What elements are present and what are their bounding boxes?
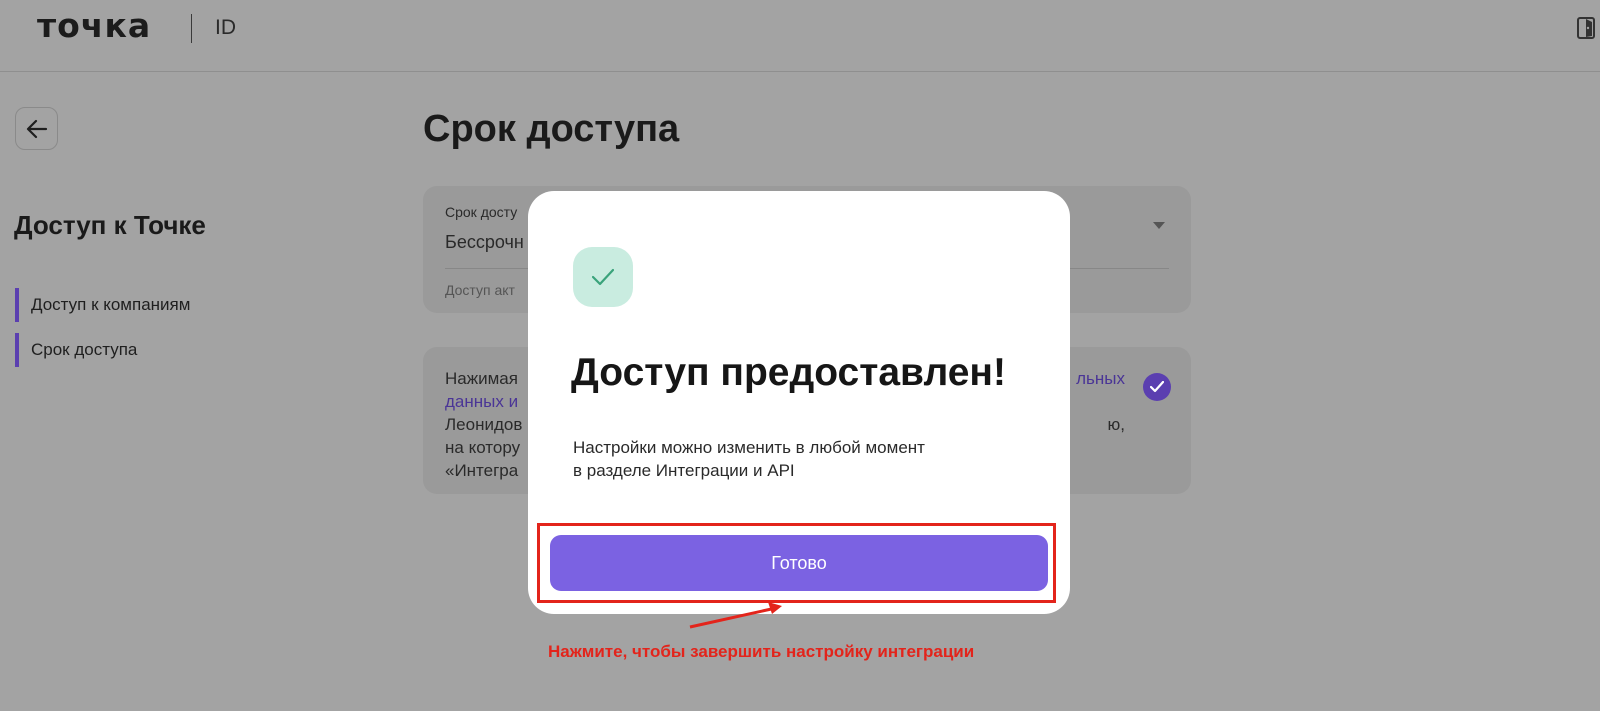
sidebar-item-companies-access[interactable]: Доступ к компаниям <box>15 288 190 322</box>
chevron-down-icon <box>1153 222 1165 229</box>
modal-title: Доступ предоставлен! <box>571 351 1006 394</box>
check-icon <box>1150 381 1164 393</box>
annotation-arrow-icon <box>689 602 782 629</box>
field-label: Срок досту <box>445 204 518 220</box>
annotation-highlight-box <box>537 523 1056 603</box>
annotation-text: Нажмите, чтобы завершить настройку интег… <box>548 642 975 661</box>
field-hint: Доступ акт <box>445 282 515 298</box>
modal-description: Настройки можно изменить в любой момент … <box>573 438 925 480</box>
page-title: Срок доступа <box>423 108 680 150</box>
back-button[interactable] <box>15 107 58 150</box>
brand-divider <box>191 14 192 43</box>
consent-checkbox[interactable] <box>1143 373 1171 401</box>
exit-icon[interactable] <box>1575 16 1597 40</box>
arrow-left-icon <box>26 119 48 139</box>
product-label: ID <box>215 16 236 39</box>
checkmark-icon <box>592 268 614 286</box>
field-value: Бессрочн <box>445 232 524 252</box>
sidebar-item-access-period[interactable]: Срок доступа <box>15 333 137 367</box>
brand-logo[interactable]: точка <box>37 6 151 45</box>
sidebar-title: Доступ к Точке <box>14 210 206 240</box>
top-bar: точка ID <box>0 0 1600 72</box>
success-badge <box>573 247 633 307</box>
